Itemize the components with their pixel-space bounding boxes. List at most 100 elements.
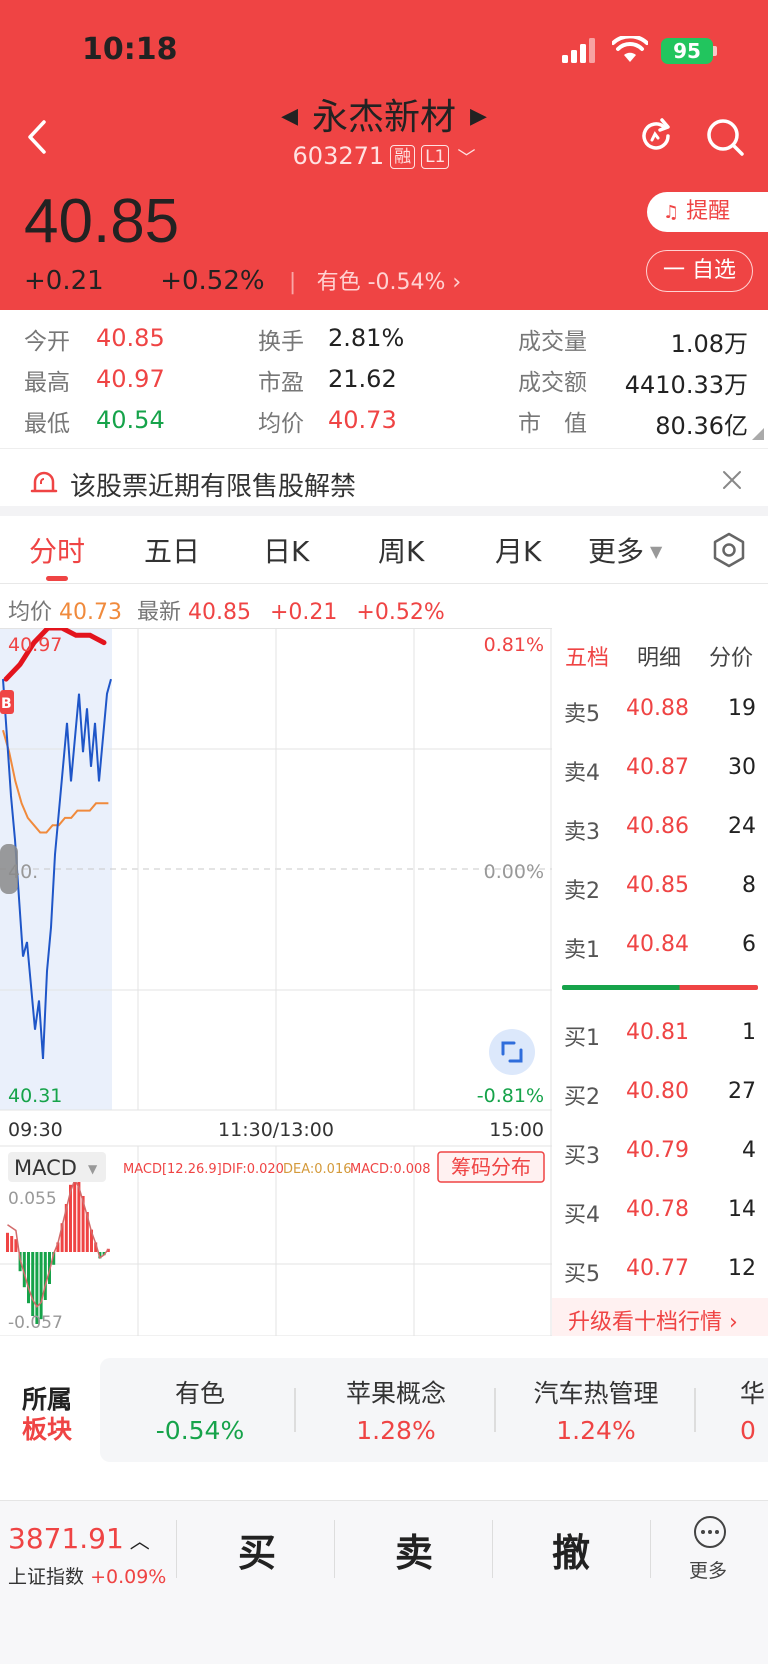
sector-link[interactable]: 有色 -0.54% › (317, 270, 462, 295)
sector-strip: 有色 -0.54% 苹果概念 1.28% 汽车热管理 1.24% 华 0 (100, 1358, 768, 1462)
index-ticker[interactable]: 3871.91 ︿ (8, 1522, 150, 1555)
chart-latest-value: 40.85 (188, 600, 251, 625)
bid-level-label: 买2 (564, 1085, 600, 1110)
tab-daily-k[interactable]: 日K (263, 530, 309, 570)
pct-bottom-label: -0.81% (477, 1085, 544, 1107)
sector-card-change: 1.28% (356, 1416, 436, 1445)
sector-change: -0.54% (367, 270, 446, 295)
prev-stock-icon[interactable]: ◀ (281, 104, 298, 129)
price-change-pct: +0.52% (160, 266, 265, 296)
tab-active-indicator (46, 576, 68, 581)
tab-monthly-k[interactable]: 月K (495, 530, 541, 570)
pct-top-label: 0.81% (484, 634, 544, 656)
pct-mid-label: 0.00% (484, 861, 544, 883)
price-change: +0.21 (24, 266, 104, 296)
current-price: 40.85 (24, 187, 180, 256)
avg-value: 40.73 (328, 406, 397, 434)
chart-latest-label: 最新 (137, 600, 182, 625)
signal-icon (562, 38, 595, 63)
refresh-icon[interactable] (636, 116, 676, 156)
sector-card[interactable]: 苹果概念 1.28% (296, 1358, 496, 1462)
ask-price: 40.84 (626, 932, 689, 957)
sector-card-name: 汽车热管理 (533, 1379, 659, 1408)
more-icon[interactable] (692, 1514, 728, 1550)
sell-button[interactable]: 卖 (395, 1522, 433, 1577)
fullscreen-icon[interactable] (489, 1029, 535, 1075)
sector-title-2: 板块 (22, 1415, 73, 1444)
chart-change-pct: +0.52% (356, 600, 445, 625)
macd-bar (6, 1232, 9, 1252)
ask-level-label: 卖4 (564, 761, 600, 786)
watchlist-button[interactable]: 一 自选 (646, 250, 753, 292)
alert-button[interactable]: ♫ 提醒 (647, 192, 768, 232)
search-icon[interactable] (704, 116, 746, 158)
y-bottom-label: 40.31 (8, 1085, 62, 1107)
status-time: 10:18 (82, 32, 178, 67)
sector-card[interactable]: 华 0 (740, 1358, 768, 1462)
index-change: +0.09% (90, 1566, 167, 1588)
divider (334, 1520, 335, 1578)
ask-level-label: 卖2 (564, 879, 600, 904)
upgrade-label: 升级看十档行情 › (568, 1310, 738, 1335)
bid-level-label: 买1 (564, 1026, 600, 1051)
price-change-row: +0.21 +0.52% | 有色 -0.54% › (24, 266, 462, 296)
tab-more[interactable]: 更多 ▼ (588, 530, 662, 570)
settings-icon[interactable] (712, 532, 746, 568)
ask-volume: 6 (742, 932, 756, 957)
macd-bar (31, 1252, 35, 1316)
sector-card-change: -0.54% (155, 1416, 245, 1445)
ask-price: 40.87 (626, 755, 689, 780)
alarm-icon (30, 471, 58, 493)
sector-card[interactable]: 汽车热管理 1.24% (496, 1358, 696, 1462)
next-stock-icon[interactable]: ▶ (470, 104, 487, 129)
x-label-close: 15:00 (489, 1119, 544, 1141)
bid-price: 40.81 (626, 1020, 689, 1045)
ob-tab-detail[interactable]: 明细 (637, 640, 681, 672)
expand-corner-icon[interactable] (752, 428, 764, 440)
close-icon[interactable] (722, 470, 742, 490)
divider (492, 1520, 493, 1578)
tab-weekly-k[interactable]: 周K (378, 530, 424, 570)
more-label[interactable]: 更多 (689, 1556, 727, 1583)
turnover-value: 2.81% (328, 324, 405, 352)
macd-top-value: 0.055 (8, 1189, 57, 1209)
ob-tab-five[interactable]: 五档 (565, 640, 609, 672)
bid-price: 40.80 (626, 1079, 689, 1104)
tab-five-day[interactable]: 五日 (144, 530, 200, 570)
macd-label: MACD (14, 1156, 77, 1180)
macd-bar (43, 1252, 47, 1300)
macd-dea: DEA:0.016 (283, 1162, 352, 1177)
stock-name: 永杰新材 (311, 97, 456, 138)
macd-dropdown-icon: ▼ (88, 1162, 98, 1176)
low-label: 最低 (24, 411, 70, 437)
wifi-icon (612, 36, 648, 62)
notice-text: 该股票近期有限售股解禁 (70, 472, 357, 502)
low-value: 40.54 (96, 406, 165, 434)
battery-icon: 95 (661, 38, 713, 64)
index-info: 上证指数 +0.09% (8, 1562, 166, 1589)
ask-level-label: 卖3 (564, 820, 600, 845)
chevron-down-icon: ﹀ (457, 148, 476, 169)
macd-bar (39, 1252, 43, 1320)
macd-bar (27, 1252, 30, 1304)
sector-card-change: 1.24% (556, 1416, 636, 1445)
chart-avg-value: 40.73 (59, 600, 122, 625)
ask-level-label: 卖1 (564, 938, 600, 963)
cancel-order-button[interactable]: 撤 (552, 1522, 590, 1577)
x-label-open: 09:30 (8, 1119, 63, 1141)
divider (176, 1520, 177, 1578)
buy-button[interactable]: 买 (238, 1522, 276, 1577)
bid-ask-ratio-bar (562, 985, 758, 990)
ob-tab-price[interactable]: 分价 (709, 640, 753, 672)
drag-handle[interactable] (0, 844, 18, 894)
dropdown-icon: ▼ (650, 542, 663, 561)
sector-card[interactable]: 有色 -0.54% (100, 1358, 300, 1462)
up-arrow-icon: ︿ (129, 1529, 150, 1553)
macd-bottom-value: -0.057 (8, 1313, 63, 1333)
macd-value: MACD:0.008 (350, 1162, 431, 1177)
margin-tag: 融 (390, 145, 416, 169)
intraday-chart[interactable]: 40.97 0.81% 40. 0.00% 40.31 -0.81% 09:30… (0, 628, 552, 1336)
chart-change: +0.21 (270, 600, 338, 625)
ask-volume: 30 (728, 755, 756, 780)
tab-intraday[interactable]: 分时 (29, 530, 85, 570)
